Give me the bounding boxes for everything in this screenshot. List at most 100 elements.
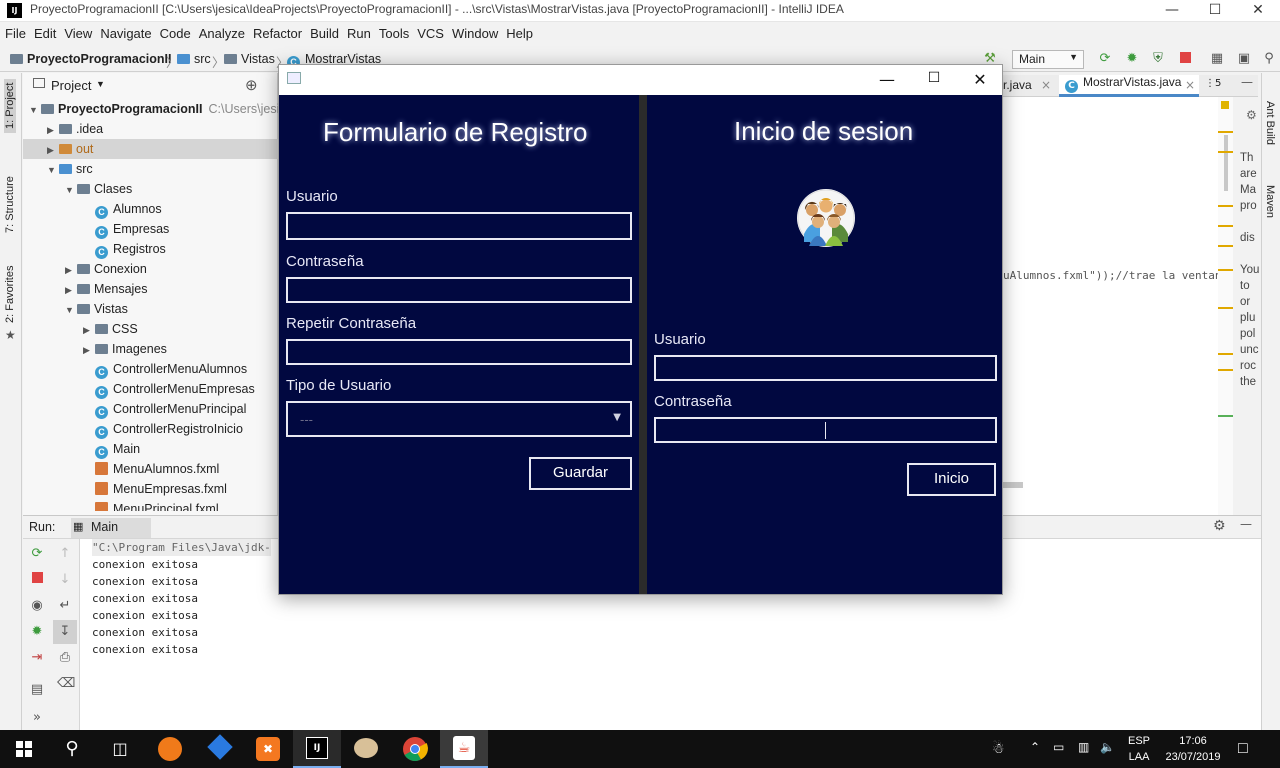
editor-tab-active[interactable]: C MostrarVistas.java xyxy=(1059,75,1199,97)
input-language[interactable]: ESP LAA xyxy=(1128,733,1150,765)
settings-gear-icon[interactable]: ⚙ xyxy=(1246,108,1257,122)
collapsed-arrow-icon[interactable]: ▶ xyxy=(65,280,77,300)
tree-item[interactable]: ▶ Conexion xyxy=(23,259,278,279)
register-password-input[interactable] xyxy=(286,277,632,303)
chrome-icon[interactable] xyxy=(391,730,439,768)
login-user-input[interactable] xyxy=(654,355,997,381)
expanded-arrow-icon[interactable]: ▼ xyxy=(47,160,59,180)
collapsed-arrow-icon[interactable]: ▶ xyxy=(65,260,77,280)
tree-item[interactable]: C ControllerMenuAlumnos xyxy=(23,359,278,379)
locate-crosshair-icon[interactable]: ⊕ xyxy=(245,76,258,94)
minimize-panel-icon[interactable]: — xyxy=(1241,75,1253,89)
battery-icon[interactable]: ▭ xyxy=(1053,740,1064,754)
tree-item[interactable]: MenuEmpresas.fxml xyxy=(23,479,278,499)
collapsed-arrow-icon[interactable]: ▶ xyxy=(47,140,59,160)
collapsed-arrow-icon[interactable]: ▶ xyxy=(47,120,59,140)
register-user-input[interactable] xyxy=(286,212,632,240)
maximize-button[interactable]: ☐ xyxy=(1192,0,1238,22)
app-diamond-icon[interactable] xyxy=(196,730,244,768)
volume-icon[interactable]: 🔈 xyxy=(1100,740,1115,754)
java-icon[interactable]: ☕ xyxy=(440,730,488,768)
minimize-button[interactable]: — xyxy=(1149,0,1195,22)
search-icon[interactable]: ⚲ xyxy=(48,730,96,768)
horizontal-scroll-thumb[interactable] xyxy=(1003,482,1023,488)
tree-item[interactable]: ▼ src xyxy=(23,159,278,179)
rerun-icon[interactable]: ⟳ xyxy=(29,546,45,562)
more-chevron-icon[interactable]: » xyxy=(29,710,45,726)
camera-icon[interactable]: ◉ xyxy=(29,598,45,614)
maximize-button[interactable]: ☐ xyxy=(920,70,948,86)
avast-icon[interactable] xyxy=(146,730,194,768)
print-icon[interactable]: ⎙ xyxy=(57,650,73,666)
tab-overflow[interactable]: ⋮5 xyxy=(1205,78,1221,89)
menu-window[interactable]: Window xyxy=(447,22,501,41)
chevron-up-icon[interactable]: ⌃ xyxy=(1030,740,1040,754)
collapsed-arrow-icon[interactable]: ▶ xyxy=(83,340,95,360)
breadcrumb-src[interactable]: src xyxy=(177,52,211,66)
tool-tab-project[interactable]: 1: Project xyxy=(4,78,16,133)
menu-analyze[interactable]: Analyze xyxy=(194,22,248,41)
menu-help[interactable]: Help xyxy=(501,22,536,41)
user-type-select[interactable]: --- ▼ xyxy=(286,401,632,437)
tree-item[interactable]: C ControllerRegistroInicio xyxy=(23,419,278,439)
intellij-taskbar-icon[interactable]: IJ xyxy=(293,730,341,768)
tree-item[interactable]: C ControllerMenuPrincipal xyxy=(23,399,278,419)
login-button[interactable]: Inicio xyxy=(907,463,996,496)
notification-icon[interactable]: □ xyxy=(1238,740,1248,758)
pane-divider[interactable] xyxy=(639,95,647,594)
expanded-arrow-icon[interactable]: ▼ xyxy=(65,300,77,320)
tree-item[interactable]: ▶ CSS xyxy=(23,319,278,339)
debug-bug-icon[interactable]: ✹ xyxy=(29,624,45,640)
task-view-icon[interactable]: ◫ xyxy=(96,730,144,768)
repeat-password-input[interactable] xyxy=(286,339,632,365)
tool-tab-favorites[interactable]: 2: Favorites xyxy=(4,266,16,323)
scroll-thumb[interactable] xyxy=(1224,135,1228,191)
run-tab-main[interactable]: ▦ Main xyxy=(71,518,151,538)
tree-item[interactable]: C Alumnos xyxy=(23,199,278,219)
menu-view[interactable]: View xyxy=(59,22,95,41)
tree-item[interactable]: ▶ Imagenes xyxy=(23,339,278,359)
menu-code[interactable]: Code xyxy=(155,22,194,41)
run-configuration-select[interactable]: Main ▼ xyxy=(1012,50,1084,69)
editor-tab[interactable]: r.java xyxy=(1003,78,1032,92)
menu-tools[interactable]: Tools xyxy=(374,22,412,41)
coverage-shield-icon[interactable]: ⛨ xyxy=(1151,52,1165,66)
save-button[interactable]: Guardar xyxy=(529,457,632,490)
chevron-down-icon[interactable]: ▼ xyxy=(96,79,105,89)
menu-navigate[interactable]: Navigate xyxy=(95,22,154,41)
network-icon[interactable]: ▥ xyxy=(1078,740,1089,754)
terminal-icon[interactable]: ▣ xyxy=(1237,52,1251,66)
tool-tab-structure[interactable]: 7: Structure xyxy=(4,176,16,233)
hide-panel-icon[interactable]: — xyxy=(1240,517,1252,531)
menu-refactor[interactable]: Refactor xyxy=(248,22,305,41)
stop-icon[interactable] xyxy=(1178,52,1192,66)
exit-icon[interactable]: ⇥ xyxy=(29,650,45,666)
tree-item[interactable]: ▶ out xyxy=(23,139,278,159)
expanded-arrow-icon[interactable]: ▼ xyxy=(65,180,77,200)
close-button[interactable]: ✕ xyxy=(1235,0,1280,22)
breadcrumb-vistas[interactable]: Vistas xyxy=(224,52,275,66)
layout-icon[interactable]: ▤ xyxy=(29,682,45,698)
expanded-arrow-icon[interactable]: ▼ xyxy=(29,100,41,120)
tree-item[interactable]: ▶ Mensajes xyxy=(23,279,278,299)
tree-item[interactable]: C Empresas xyxy=(23,219,278,239)
people-icon[interactable]: ☃ xyxy=(992,740,1005,757)
paint-palette-icon[interactable] xyxy=(342,730,390,768)
close-icon[interactable]: × xyxy=(1041,78,1051,92)
project-view-label[interactable]: Project xyxy=(51,78,91,93)
trash-icon[interactable]: ⌫ xyxy=(57,676,75,692)
search-icon[interactable]: ⚲ xyxy=(1262,52,1276,66)
tree-item[interactable]: MenuAlumnos.fxml xyxy=(23,459,278,479)
close-button[interactable]: ✕ xyxy=(966,70,994,89)
close-icon[interactable]: × xyxy=(1185,78,1195,92)
tool-tab-maven[interactable]: Maven xyxy=(1264,185,1276,218)
breadcrumb-project[interactable]: ProyectoProgramacionII xyxy=(10,52,172,66)
tool-tab-ant-build[interactable]: Ant Build xyxy=(1264,101,1276,145)
tree-item[interactable]: C Registros xyxy=(23,239,278,259)
tree-item[interactable]: ▶ .idea xyxy=(23,119,278,139)
menu-run[interactable]: Run xyxy=(342,22,374,41)
project-structure-icon[interactable]: ▦ xyxy=(1210,52,1224,66)
soft-wrap-icon[interactable]: ↵ xyxy=(57,598,73,614)
settings-gear-icon[interactable]: ⚙ xyxy=(1213,518,1226,534)
tree-item[interactable]: ▼ ProyectoProgramacionII C:\Users\jesica xyxy=(23,99,278,119)
